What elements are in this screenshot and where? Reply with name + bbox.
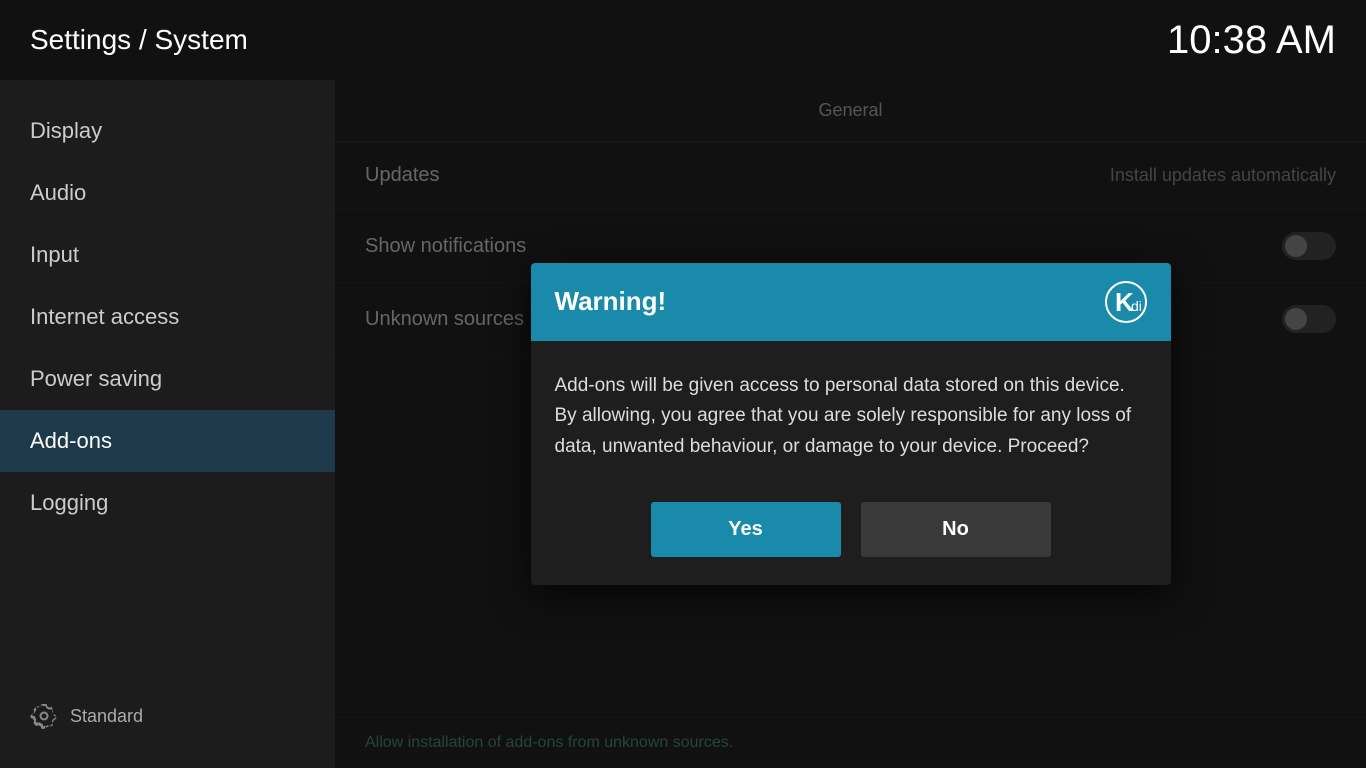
warning-dialog: Warning! K di Add-ons will be given acce…: [531, 263, 1171, 585]
sidebar-footer-label: Standard: [70, 706, 143, 727]
dialog-body: Add-ons will be given access to personal…: [531, 341, 1171, 486]
sidebar-footer: Standard: [0, 684, 335, 748]
sidebar-item-input[interactable]: Input: [0, 224, 335, 286]
sidebar-item-power-saving[interactable]: Power saving: [0, 348, 335, 410]
gear-icon: [30, 702, 58, 730]
dialog-header: Warning! K di: [531, 263, 1171, 341]
dialog-buttons: Yes No: [531, 486, 1171, 585]
main-layout: Display Audio Input Internet access Powe…: [0, 80, 1366, 768]
svg-text:di: di: [1131, 298, 1142, 314]
dialog-title: Warning!: [555, 286, 667, 317]
dialog-overlay: Warning! K di Add-ons will be given acce…: [335, 80, 1366, 768]
sidebar: Display Audio Input Internet access Powe…: [0, 80, 335, 768]
sidebar-item-logging[interactable]: Logging: [0, 472, 335, 534]
dialog-yes-button[interactable]: Yes: [651, 502, 841, 557]
dialog-no-button[interactable]: No: [861, 502, 1051, 557]
content-area: General Updates Install updates automati…: [335, 80, 1366, 768]
sidebar-item-display[interactable]: Display: [0, 100, 335, 162]
app-header: Settings / System 10:38 AM: [0, 0, 1366, 80]
sidebar-item-add-ons[interactable]: Add-ons: [0, 410, 335, 472]
sidebar-item-audio[interactable]: Audio: [0, 162, 335, 224]
page-title: Settings / System: [30, 24, 248, 56]
sidebar-item-internet-access[interactable]: Internet access: [0, 286, 335, 348]
kodi-logo-icon: K di: [1105, 281, 1147, 323]
clock: 10:38 AM: [1167, 18, 1336, 63]
